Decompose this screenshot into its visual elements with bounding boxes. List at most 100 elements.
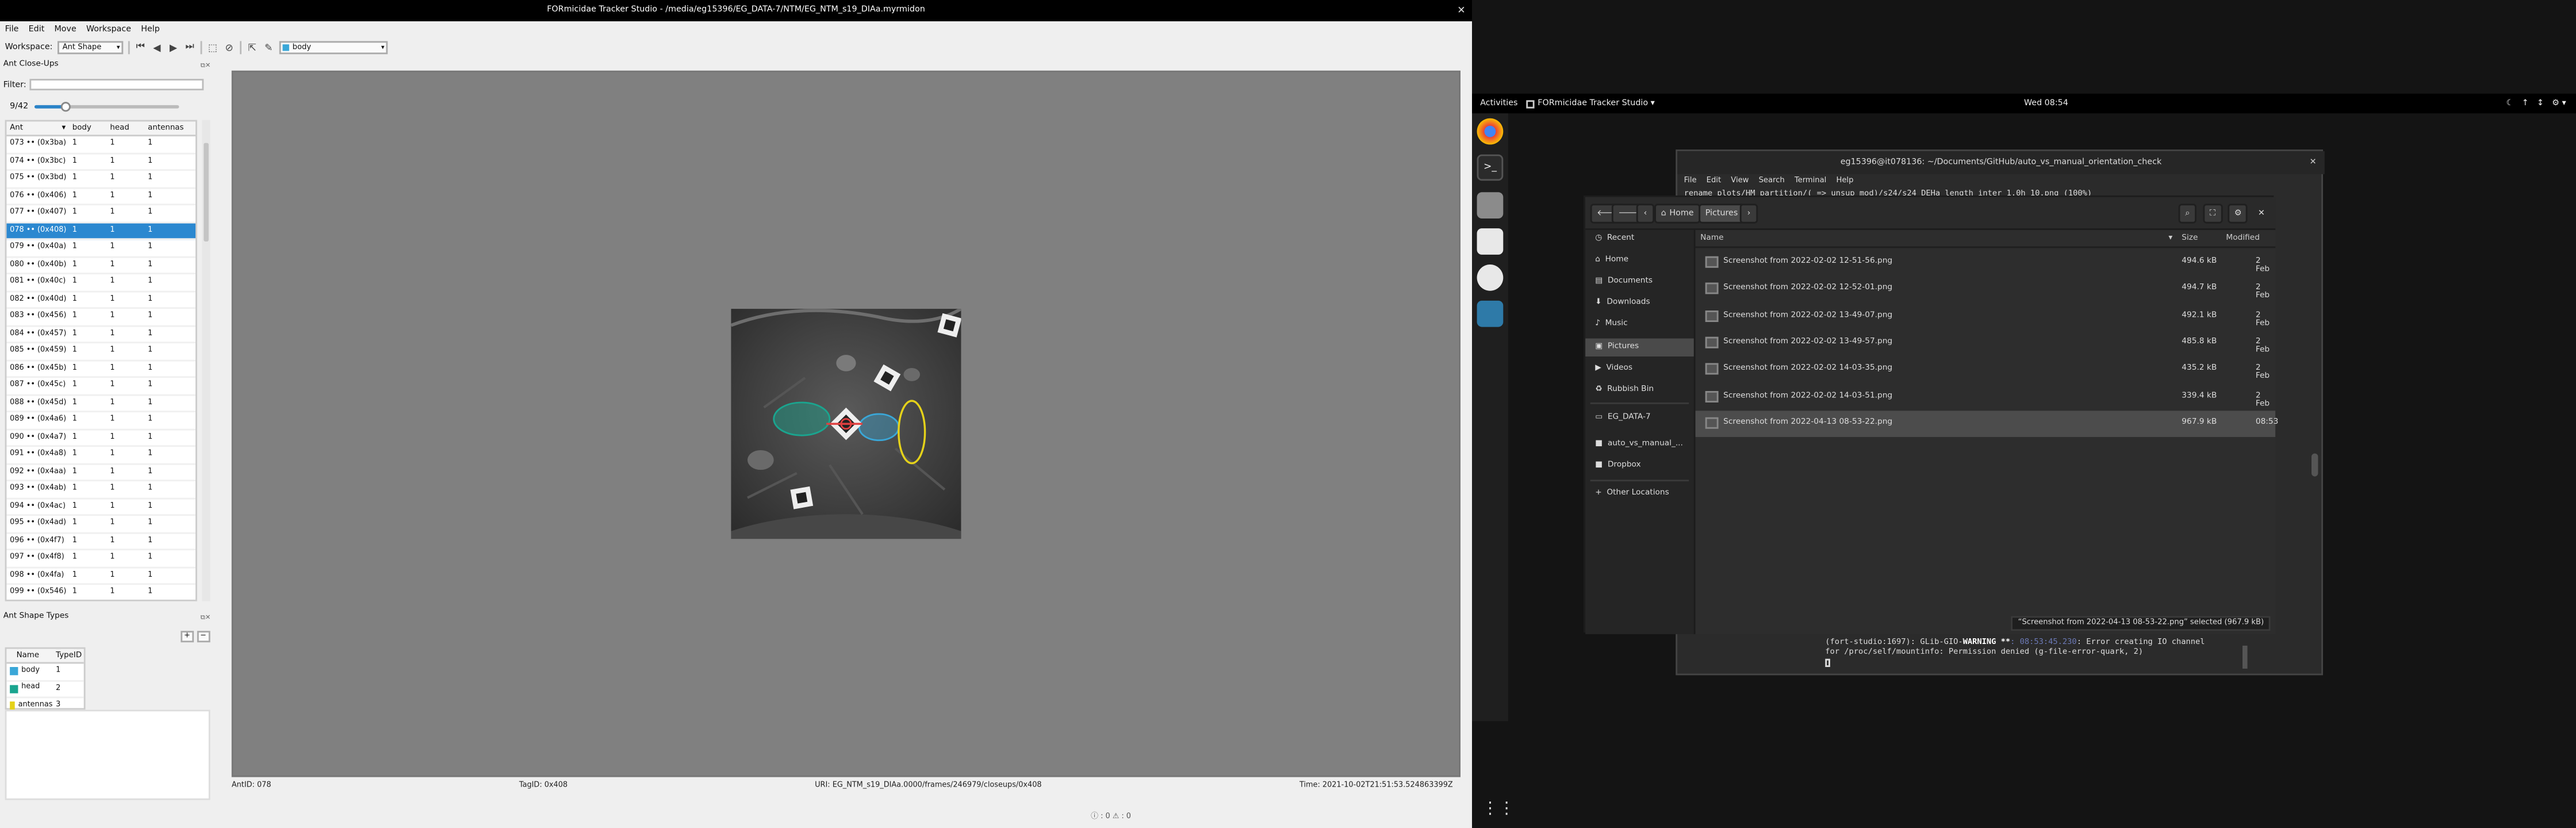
table-row[interactable]: 092 •• (0x4aa) 1 1 1 — [6, 464, 195, 482]
ant-closeup-image[interactable] — [731, 309, 961, 539]
frame-slider[interactable] — [34, 102, 180, 112]
path-right-button[interactable]: › — [1739, 204, 1758, 224]
column-header-size[interactable]: Size — [2182, 235, 2198, 243]
sidebar-item-home[interactable]: ⌂ Home — [1585, 251, 1694, 269]
file-row[interactable]: Screenshot from 2022-02-02 12-51-56.png 4… — [1696, 250, 2276, 276]
terminal-icon[interactable]: >_ — [1477, 154, 1504, 181]
menu-workspace[interactable]: Workspace — [86, 21, 131, 38]
activities-button[interactable]: Activities — [1480, 94, 1517, 113]
system-tray[interactable]: ☾ ↑ ↕ ⚙ ▾ — [2506, 94, 2566, 113]
table-row[interactable]: 086 •• (0x45b) 1 1 1 — [6, 361, 195, 378]
table-row[interactable]: 091 •• (0x4a8) 1 1 1 — [6, 447, 195, 465]
table-row[interactable]: body 1 — [6, 664, 84, 681]
path-left-button[interactable]: ‹ — [1636, 204, 1655, 224]
sidebar-item-eg-data-7[interactable]: ▭ EG_DATA-7 — [1585, 409, 1694, 427]
document-viewer-icon[interactable] — [1477, 228, 1504, 255]
sidebar-item-other-locations[interactable]: + Other Locations — [1585, 485, 1694, 503]
body-shape-overlay[interactable] — [858, 413, 900, 442]
table-row[interactable]: 099 •• (0x546) 1 1 1 — [6, 585, 195, 600]
close-icon[interactable]: ✕ — [2310, 151, 2317, 174]
column-header-name[interactable]: Name — [1700, 235, 1723, 243]
add-shape-type-button[interactable]: + — [181, 631, 194, 643]
sidebar-item-music[interactable]: ♪ Music — [1585, 316, 1694, 334]
workspace-select[interactable]: Ant Shape ▾ — [57, 41, 124, 55]
files-icon[interactable] — [1477, 192, 1504, 218]
table-row[interactable]: 078 •• (0x408) 1 1 1 — [6, 223, 195, 240]
term-menu-terminal[interactable]: Terminal — [1795, 174, 1826, 189]
table-row[interactable]: 083 •• (0x456) 1 1 1 — [6, 309, 195, 327]
view-options-button[interactable]: ⛶ — [2203, 204, 2222, 224]
file-row[interactable]: Screenshot from 2022-02-02 14-03-51.png 3… — [1696, 384, 2276, 410]
shape-type-select[interactable]: body ▾ — [279, 41, 388, 55]
file-row[interactable]: Screenshot from 2022-04-13 08-53-22.png 9… — [1695, 410, 2278, 437]
menu-help[interactable]: Help — [141, 21, 160, 38]
sidebar-item-rubbish-bin[interactable]: ♻ Rubbish Bin — [1585, 381, 1694, 399]
frame-slider-handle[interactable] — [60, 102, 71, 112]
fort-studio-icon[interactable] — [1477, 300, 1504, 327]
menu-file[interactable]: File — [5, 21, 19, 38]
table-row[interactable]: 094 •• (0x4ac) 1 1 1 — [6, 499, 195, 516]
table-row[interactable]: 073 •• (0x3ba) 1 1 1 — [6, 136, 195, 154]
table-row[interactable]: 089 •• (0x4a6) 1 1 1 — [6, 412, 195, 430]
term-menu-file[interactable]: File — [1684, 174, 1697, 189]
table-row[interactable]: 098 •• (0x4fa) 1 1 1 — [6, 568, 195, 585]
chrome-icon[interactable] — [1477, 118, 1504, 145]
sidebar-item-documents[interactable]: ▤ Documents — [1585, 273, 1694, 290]
table-row[interactable]: 074 •• (0x3bc) 1 1 1 — [6, 154, 195, 171]
settings-button[interactable]: ⚙ — [2228, 204, 2248, 224]
table-row[interactable]: 075 •• (0x3bd) 1 1 1 — [6, 171, 195, 189]
table-row[interactable]: 096 •• (0x4f7) 1 1 1 — [6, 533, 195, 551]
table-row[interactable]: head 2 — [6, 681, 84, 699]
file-row[interactable]: Screenshot from 2022-02-02 13-49-57.png 4… — [1696, 330, 2276, 356]
table-scrollbar[interactable] — [202, 120, 210, 601]
table-row[interactable]: 081 •• (0x40c) 1 1 1 — [6, 274, 195, 292]
column-header-body[interactable]: body — [69, 121, 107, 135]
column-header-typeid[interactable]: TypeID — [52, 649, 83, 662]
pointer-icon[interactable]: ⇱ — [247, 42, 258, 53]
scrollbar-thumb[interactable] — [204, 143, 209, 241]
table-row[interactable]: 077 •• (0x407) 1 1 1 — [6, 205, 195, 223]
draw-shape-icon[interactable]: ✎ — [263, 42, 274, 53]
topbar-app-menu[interactable]: FORmicidae Tracker Studio ▾ — [1526, 94, 1655, 113]
skip-forward-icon[interactable]: ⏭ — [184, 41, 195, 53]
column-header-head[interactable]: head — [107, 121, 145, 135]
term-menu-edit[interactable]: Edit — [1707, 174, 1721, 189]
column-header-modified[interactable]: Modified — [2226, 235, 2259, 243]
table-row[interactable]: 084 •• (0x457) 1 1 1 — [6, 326, 195, 344]
sidebar-item-dropbox[interactable]: ■ Dropbox — [1585, 457, 1694, 474]
file-row[interactable]: Screenshot from 2022-02-02 13-49-07.png 4… — [1696, 303, 2276, 329]
column-header-antennas[interactable]: antennas — [144, 121, 195, 135]
column-header-name[interactable]: Name — [6, 649, 52, 662]
table-row[interactable]: 095 •• (0x4ad) 1 1 1 — [6, 516, 195, 534]
table-row[interactable]: 090 •• (0x4a7) 1 1 1 — [6, 430, 195, 447]
file-row[interactable]: Screenshot from 2022-02-02 14-03-35.png 4… — [1696, 357, 2276, 384]
close-icon[interactable]: ✕ — [1457, 0, 1465, 21]
sidebar-item-downloads[interactable]: ⬇ Downloads — [1585, 294, 1694, 312]
file-row[interactable]: Screenshot from 2022-02-02 12-52-01.png 4… — [1696, 277, 2276, 303]
terminal-scrollbar-thumb[interactable] — [2242, 645, 2248, 669]
table-row[interactable]: 097 •• (0x4f8) 1 1 1 — [6, 550, 195, 568]
next-icon[interactable]: ▶ — [167, 42, 179, 53]
terminal-scrollbar[interactable] — [2312, 453, 2318, 477]
term-menu-search[interactable]: Search — [1759, 174, 1785, 189]
table-row[interactable]: 082 •• (0x40d) 1 1 1 — [6, 292, 195, 309]
search-button[interactable]: ⌕ — [2178, 204, 2196, 224]
path-pictures-button[interactable]: Pictures — [1699, 204, 1745, 224]
table-row[interactable]: 076 •• (0x406) 1 1 1 — [6, 188, 195, 206]
skip-back-icon[interactable]: ⏮ — [135, 41, 146, 53]
log-counters[interactable]: ⓘ : 0 ⚠ : 0 — [1091, 811, 1131, 821]
path-home-button[interactable]: ⌂ Home — [1654, 204, 1701, 224]
table-row[interactable]: 093 •• (0x4ab) 1 1 1 — [6, 481, 195, 499]
slack-icon[interactable] — [1477, 264, 1504, 291]
close-button[interactable]: ✕ — [2252, 204, 2270, 223]
table-row[interactable]: 085 •• (0x459) 1 1 1 — [6, 343, 195, 361]
sidebar-item-pictures[interactable]: ▣ Pictures — [1585, 338, 1694, 356]
table-row[interactable]: 080 •• (0x40b) 1 1 1 — [6, 257, 195, 275]
sidebar-item-videos[interactable]: ▶ Videos — [1585, 360, 1694, 378]
remove-shape-type-button[interactable]: − — [197, 631, 210, 643]
select-mode-icon[interactable]: ⬚ — [207, 42, 218, 53]
stop-icon[interactable]: ⊘ — [224, 42, 235, 53]
sidebar-item-auto-vs-manual[interactable]: ■ auto_vs_manual_... — [1585, 435, 1694, 453]
previous-icon[interactable]: ◀ — [151, 42, 163, 53]
menu-move[interactable]: Move — [54, 21, 76, 38]
